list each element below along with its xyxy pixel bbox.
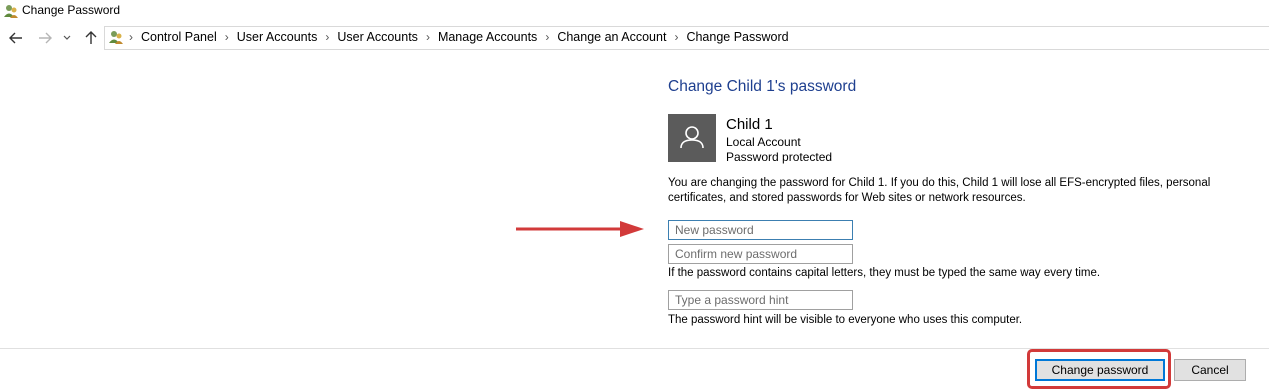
user-icon	[680, 126, 704, 149]
confirm-password-field[interactable]	[668, 244, 853, 264]
red-arrow-annotation	[516, 221, 644, 237]
arrow-right-icon	[39, 32, 52, 44]
chevron-right-icon: ›	[325, 30, 330, 44]
account-type: Local Account	[726, 135, 801, 149]
breadcrumb-manage-accounts[interactable]: Manage Accounts	[438, 30, 537, 44]
title-bar: Change Password	[0, 0, 1269, 22]
hint-visibility-note: The password hint will be visible to eve…	[668, 314, 1023, 326]
password-status: Password protected	[726, 150, 833, 164]
breadcrumb-control-panel[interactable]: Control Panel	[141, 30, 217, 44]
forward-button[interactable]	[36, 28, 54, 48]
page-title: Change Child 1's password	[668, 78, 857, 95]
back-button[interactable]	[7, 28, 25, 48]
up-button[interactable]	[82, 28, 100, 48]
efs-warning-text: You are changing the password for Child …	[668, 177, 1211, 204]
breadcrumb-change-account[interactable]: Change an Account	[557, 30, 666, 44]
chevron-right-icon: ›	[545, 30, 550, 44]
password-hint-field[interactable]	[668, 290, 853, 310]
control-panel-icon	[109, 31, 123, 44]
breadcrumb-user-accounts-2[interactable]: User Accounts	[337, 30, 418, 44]
chevron-right-icon: ›	[674, 30, 679, 44]
window-title: Change Password	[22, 3, 121, 17]
chevron-right-icon: ›	[224, 30, 229, 44]
cancel-button[interactable]: Cancel	[1174, 359, 1246, 381]
breadcrumb-user-accounts[interactable]: User Accounts	[237, 30, 318, 44]
breadcrumb: › Control Panel › User Accounts › User A…	[127, 30, 789, 44]
arrow-up-icon	[85, 31, 97, 44]
address-bar[interactable]: › Control Panel › User Accounts › User A…	[104, 26, 1269, 50]
user-accounts-icon	[4, 5, 18, 18]
change-password-button[interactable]: Change password	[1035, 359, 1165, 381]
arrow-left-icon	[9, 32, 22, 44]
capital-letters-note: If the password contains capital letters…	[668, 267, 1101, 279]
breadcrumb-change-password[interactable]: Change Password	[686, 30, 788, 44]
recent-locations-button[interactable]	[61, 28, 73, 48]
chevron-right-icon: ›	[425, 30, 430, 44]
user-name: Child 1	[726, 116, 773, 133]
chevron-right-icon: ›	[129, 30, 133, 44]
chevron-down-icon	[63, 35, 71, 40]
avatar	[668, 114, 716, 162]
new-password-field[interactable]	[668, 220, 853, 240]
